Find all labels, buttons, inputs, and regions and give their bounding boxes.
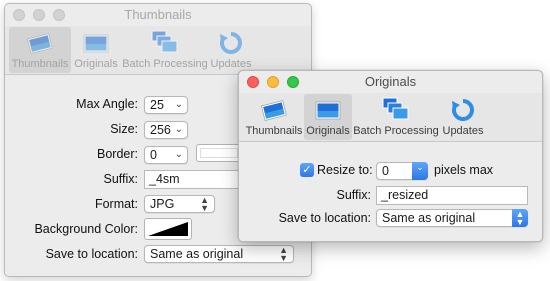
tab-label: Thumbnails	[11, 58, 69, 70]
window-controls	[13, 9, 65, 21]
resize-label: Resize to:	[317, 163, 373, 177]
suffix-label: Suffix:	[336, 188, 371, 202]
tab-label: Originals	[306, 125, 350, 137]
minimize-button[interactable]	[33, 9, 45, 21]
updown-arrows-icon: ▲ ▼	[279, 245, 288, 263]
max-angle-label: Max Angle:	[76, 97, 138, 111]
minimize-button[interactable]	[267, 76, 279, 88]
border-label: Border:	[97, 147, 138, 161]
resize-checkbox[interactable]: ✓	[300, 163, 314, 177]
border-color-swatch	[200, 148, 238, 158]
close-button[interactable]	[247, 76, 259, 88]
originals-icon	[83, 34, 109, 53]
originals-window: Originals Thumbnails Originals Batch Pro…	[238, 70, 543, 242]
tab-label: Batch Processing	[122, 58, 208, 70]
chevron-down-icon: ⌄	[412, 162, 428, 180]
zoom-button[interactable]	[287, 76, 299, 88]
tab-batch-processing[interactable]: Batch Processing	[353, 94, 439, 140]
tab-thumbnails[interactable]: Thumbnails	[245, 94, 303, 140]
border-popup[interactable]: 0 ⌄	[144, 146, 188, 164]
save-location-value: Same as original	[150, 247, 244, 261]
suffix-label: Suffix:	[103, 172, 138, 186]
chevron-down-icon: ⌄	[174, 149, 183, 160]
border-color-well[interactable]	[196, 144, 242, 162]
tab-updates[interactable]: Updates	[209, 27, 253, 73]
format-value: JPG	[150, 197, 175, 211]
tab-label: Updates	[210, 58, 252, 70]
size-popup[interactable]: 256 ⌄	[144, 121, 188, 139]
save-location-popup[interactable]: Same as original ▲ ▼	[376, 209, 528, 227]
save-location-popup[interactable]: Same as original ▲ ▼	[144, 245, 294, 263]
tab-originals[interactable]: Originals	[72, 27, 120, 73]
tab-label: Originals	[74, 58, 118, 70]
thumbnails-icon	[260, 100, 287, 121]
updates-icon	[220, 32, 242, 54]
suffix-field[interactable]: _resized	[376, 186, 528, 205]
save-location-value: Same as original	[382, 211, 476, 225]
updown-arrows-icon: ▲ ▼	[200, 195, 209, 213]
close-button[interactable]	[13, 9, 25, 21]
toolbar: Thumbnails Originals Batch Processing Up…	[5, 26, 311, 75]
background-color-label: Background Color:	[34, 222, 138, 236]
format-label: Format:	[94, 197, 138, 211]
max-angle-popup[interactable]: 25 ⌄	[144, 96, 188, 114]
zoom-button[interactable]	[53, 9, 65, 21]
tab-label: Batch Processing	[353, 125, 439, 137]
batch-processing-icon	[151, 30, 178, 53]
save-location-label: Save to location:	[278, 211, 371, 225]
tab-originals[interactable]: Originals	[304, 94, 352, 140]
updates-icon	[452, 99, 474, 121]
originals-icon	[315, 101, 341, 120]
size-value: 256	[150, 123, 171, 137]
tab-thumbnails[interactable]: Thumbnails	[9, 27, 71, 73]
updown-arrows-icon: ▲ ▼	[512, 209, 528, 227]
resize-value-popup[interactable]: 0 ⌄	[376, 162, 428, 180]
tab-batch-processing[interactable]: Batch Processing	[121, 27, 209, 73]
batch-processing-icon	[382, 97, 409, 120]
border-value: 0	[150, 148, 157, 162]
background-color-well[interactable]	[144, 218, 192, 240]
chevron-down-icon: ⌄	[174, 124, 183, 135]
save-location-label: Save to location:	[45, 247, 138, 261]
resize-value: 0	[382, 164, 389, 178]
tab-label: Updates	[442, 125, 484, 137]
originals-settings: ✓ Resize to: 0 ⌄ pixels max Suffix: _res…	[239, 142, 542, 241]
max-angle-value: 25	[150, 98, 164, 112]
format-popup[interactable]: JPG ▲ ▼	[144, 195, 215, 213]
window-controls	[247, 76, 299, 88]
size-label: Size:	[110, 122, 138, 136]
background-color-swatch	[148, 222, 188, 236]
chevron-down-icon: ⌄	[174, 99, 183, 110]
tab-label: Thumbnails	[245, 125, 303, 137]
resize-unit-label: pixels max	[434, 163, 494, 177]
toolbar: Thumbnails Originals Batch Processing Up…	[239, 93, 542, 142]
thumbnails-icon	[26, 33, 53, 54]
tab-updates[interactable]: Updates	[440, 94, 486, 140]
